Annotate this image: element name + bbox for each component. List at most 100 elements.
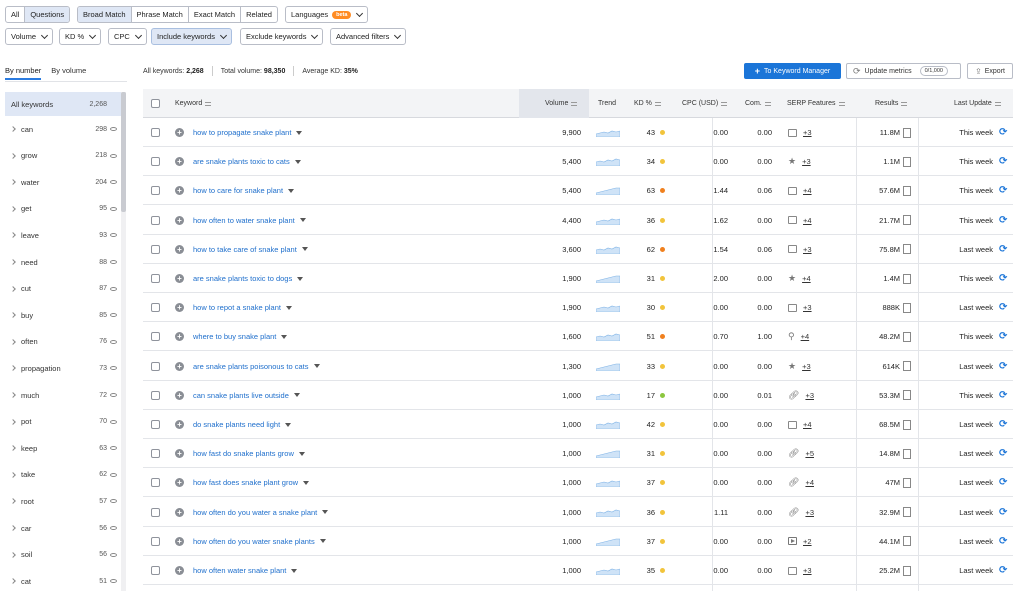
add-keyword-icon[interactable]: + — [175, 449, 184, 459]
add-keyword-icon[interactable]: + — [175, 390, 184, 400]
caret-down-icon[interactable] — [298, 451, 305, 456]
eye-icon[interactable] — [110, 233, 117, 238]
row-checkbox[interactable] — [151, 478, 160, 488]
eye-icon[interactable] — [110, 153, 117, 158]
caret-down-icon[interactable] — [285, 422, 292, 427]
document-icon[interactable] — [903, 127, 911, 138]
serp-more-link[interactable]: +4 — [805, 478, 814, 487]
refresh-icon[interactable]: ⟳ — [999, 331, 1007, 342]
row-checkbox[interactable] — [151, 274, 160, 283]
sort-icon[interactable] — [571, 101, 578, 106]
serp-more-link[interactable]: +4 — [802, 274, 811, 283]
sidebar-item-car[interactable]: car 56 — [5, 517, 121, 539]
serp-more-link[interactable]: +5 — [805, 449, 814, 458]
sidebar-item-can[interactable]: can 298 — [5, 118, 121, 140]
keyword-link[interactable]: do snake plants need light — [193, 420, 280, 429]
serp-more-link[interactable]: +3 — [805, 508, 814, 517]
eye-icon[interactable] — [110, 206, 117, 211]
add-keyword-icon[interactable]: + — [175, 420, 184, 429]
caret-down-icon[interactable] — [291, 568, 298, 573]
related-button[interactable]: Related — [241, 7, 277, 22]
row-checkbox[interactable] — [151, 186, 160, 196]
filter-icon[interactable] — [994, 101, 1001, 106]
keyword-link[interactable]: how to propagate snake plant — [193, 128, 291, 137]
serp-more-link[interactable]: +2 — [803, 537, 812, 546]
eye-icon[interactable] — [110, 339, 117, 344]
keyword-link[interactable]: are snake plants toxic to dogs — [193, 274, 292, 283]
refresh-icon[interactable]: ⟳ — [999, 477, 1007, 488]
caret-down-icon[interactable] — [281, 334, 288, 339]
add-keyword-icon[interactable]: + — [175, 478, 184, 488]
document-icon[interactable] — [903, 361, 911, 372]
row-checkbox[interactable] — [151, 507, 160, 517]
sidebar-item-get[interactable]: get 95 — [5, 198, 121, 220]
add-keyword-icon[interactable]: + — [175, 157, 184, 167]
kd-filter[interactable]: KD % — [59, 28, 102, 45]
eye-icon[interactable] — [110, 552, 117, 557]
caret-down-icon[interactable] — [319, 539, 326, 544]
add-keyword-icon[interactable]: + — [175, 244, 184, 254]
row-checkbox[interactable] — [151, 215, 160, 225]
add-keyword-icon[interactable]: + — [175, 303, 184, 313]
serp-more-link[interactable]: +4 — [803, 216, 812, 225]
keyword-link[interactable]: how to care for snake plant — [193, 186, 283, 195]
caret-down-icon[interactable] — [294, 159, 301, 164]
refresh-icon[interactable]: ⟳ — [999, 215, 1007, 226]
sidebar-item-cat[interactable]: cat 51 — [5, 570, 121, 591]
document-icon[interactable] — [903, 565, 911, 576]
eye-icon[interactable] — [110, 260, 117, 264]
select-all-checkbox[interactable] — [151, 89, 160, 118]
refresh-icon[interactable]: ⟳ — [999, 156, 1007, 167]
column-header-keyword[interactable]: Keyword — [175, 89, 212, 118]
eye-icon[interactable] — [110, 393, 117, 397]
row-checkbox[interactable] — [151, 128, 160, 137]
eye-icon[interactable] — [110, 579, 117, 584]
caret-down-icon[interactable] — [297, 276, 304, 281]
column-header-results[interactable]: Results — [875, 89, 908, 118]
checkbox[interactable] — [151, 99, 160, 108]
document-icon[interactable] — [903, 419, 911, 430]
exclude-keywords-filter[interactable]: Exclude keywords — [240, 28, 324, 45]
caret-down-icon[interactable] — [322, 510, 329, 515]
refresh-icon[interactable]: ⟳ — [999, 361, 1007, 372]
sidebar-item-root[interactable]: root 57 — [5, 490, 121, 512]
row-checkbox[interactable] — [151, 566, 160, 575]
document-icon[interactable] — [903, 156, 911, 167]
tab-by-number[interactable]: By number — [5, 66, 42, 80]
filter-icon[interactable] — [721, 101, 728, 106]
sidebar-item-take[interactable]: take 62 — [5, 464, 121, 486]
sidebar-item-grow[interactable]: grow 218 — [5, 145, 121, 167]
document-icon[interactable] — [903, 390, 911, 401]
add-keyword-icon[interactable]: + — [175, 128, 184, 137]
keyword-link[interactable]: where to buy snake plant — [193, 332, 276, 341]
refresh-icon[interactable]: ⟳ — [999, 273, 1007, 284]
add-keyword-icon[interactable]: + — [175, 566, 184, 575]
caret-down-icon[interactable] — [296, 130, 303, 135]
keyword-link[interactable]: how to take care of snake plant — [193, 245, 297, 254]
eye-icon[interactable] — [110, 472, 117, 477]
add-keyword-icon[interactable]: + — [175, 215, 184, 225]
export-button[interactable]: ⇪ Export — [967, 63, 1013, 79]
keyword-link[interactable]: can snake plants live outside — [193, 391, 289, 400]
column-header-last-update[interactable]: Last Update — [954, 89, 1001, 118]
row-checkbox[interactable] — [151, 157, 160, 167]
eye-icon[interactable] — [110, 313, 117, 318]
add-keyword-icon[interactable]: + — [175, 507, 184, 517]
caret-down-icon[interactable] — [303, 480, 310, 485]
sidebar-item-all-keywords[interactable]: All keywords 2,268 — [5, 92, 121, 116]
tab-by-volume[interactable]: By volume — [51, 66, 86, 80]
keyword-link[interactable]: how fast do snake plants grow — [193, 449, 294, 458]
eye-icon[interactable] — [110, 419, 117, 424]
document-icon[interactable] — [903, 215, 911, 226]
filter-icon[interactable] — [654, 101, 661, 106]
serp-more-link[interactable]: +3 — [803, 128, 812, 137]
keyword-link[interactable]: how fast does snake plant grow — [193, 478, 298, 487]
add-keyword-icon[interactable]: + — [175, 361, 184, 371]
serp-more-link[interactable]: +3 — [803, 245, 812, 254]
row-checkbox[interactable] — [151, 303, 160, 313]
sidebar-item-much[interactable]: much 72 — [5, 384, 121, 406]
caret-down-icon[interactable] — [288, 188, 295, 193]
add-keyword-icon[interactable]: + — [175, 274, 184, 283]
keyword-link[interactable]: are snake plants toxic to cats — [193, 157, 290, 166]
serp-more-link[interactable]: +4 — [803, 186, 812, 195]
